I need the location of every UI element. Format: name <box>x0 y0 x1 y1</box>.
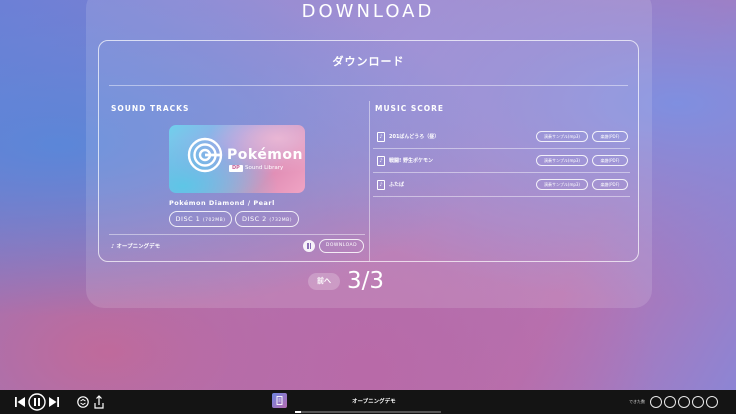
credit-slot-icon <box>650 396 662 408</box>
audio-sample-button[interactable]: 演奏サンプル(mp3) <box>536 131 588 142</box>
disc-size: (702MB) <box>202 218 226 223</box>
download-button[interactable]: DOWNLOAD <box>319 239 364 253</box>
sound-tracks-heading: SOUND TRACKS <box>111 104 190 113</box>
now-playing-art[interactable] <box>272 393 287 408</box>
score-pdf-button[interactable]: 楽譜(PDF) <box>592 179 628 190</box>
disc-size: (732MB) <box>269 218 292 223</box>
skip-back-icon[interactable] <box>14 390 26 414</box>
player-bar: オープニングデモ できた数 <box>0 390 736 414</box>
score-row: ♪ 201ばんどうろ（昼） 演奏サンプル(mp3) 楽譜(PDF) <box>373 125 630 149</box>
disc-1-button[interactable]: DISC 1 (702MB) <box>169 211 232 227</box>
audio-sample-button[interactable]: 演奏サンプル(mp3) <box>536 179 588 190</box>
credits-label: できた数 <box>629 399 645 404</box>
credit-slot-icon <box>692 396 704 408</box>
pokeball-logo-icon <box>187 137 223 173</box>
now-playing-label: ♪ オープニングデモ <box>111 244 161 250</box>
album-art: Pokémon DP Sound Library <box>169 125 305 193</box>
disc-label: DISC 2 <box>242 215 267 223</box>
album-badge: DP <box>229 165 243 172</box>
progress-fill <box>295 411 301 413</box>
game-title: Pokémon Diamond / Pearl <box>169 199 275 207</box>
credit-slot-icon <box>706 396 718 408</box>
page-title: DOWNLOAD <box>301 1 435 22</box>
score-doc-icon: ♪ <box>377 132 385 142</box>
album-subtitle: Sound Library <box>245 165 284 171</box>
progress-bar[interactable] <box>295 411 441 413</box>
divider <box>373 196 630 197</box>
music-score-heading: MUSIC SCORE <box>375 104 445 113</box>
divider <box>109 234 365 235</box>
score-doc-icon: ♪ <box>377 180 385 190</box>
page-indicator: 3/3 <box>347 268 385 294</box>
score-title: 戦闘! 野生ポケモン <box>389 158 434 164</box>
pause-icon[interactable] <box>303 240 315 252</box>
score-title: ふたば <box>389 182 405 188</box>
prev-page-button[interactable]: 前へ <box>308 273 340 290</box>
credit-slot-icon <box>664 396 676 408</box>
shuffle-icon[interactable] <box>76 390 90 414</box>
disc-2-button[interactable]: DISC 2 (732MB) <box>235 211 299 227</box>
score-pdf-button[interactable]: 楽譜(PDF) <box>592 155 628 166</box>
column-divider <box>369 101 370 261</box>
card-title: ダウンロード <box>332 55 405 68</box>
score-pdf-button[interactable]: 楽譜(PDF) <box>592 131 628 142</box>
pause-icon[interactable] <box>28 390 46 414</box>
score-row: ♪ 戦闘! 野生ポケモン 演奏サンプル(mp3) 楽譜(PDF) <box>373 149 630 173</box>
score-doc-icon: ♪ <box>377 156 385 166</box>
audio-sample-button[interactable]: 演奏サンプル(mp3) <box>536 155 588 166</box>
disc-label: DISC 1 <box>175 215 201 223</box>
download-card: ダウンロード SOUND TRACKS Pokémon DP Sound Lib… <box>98 40 639 262</box>
share-icon[interactable] <box>93 390 105 414</box>
album-brand: Pokémon <box>227 147 303 163</box>
score-icon <box>276 396 283 405</box>
player-track-title: オープニングデモ <box>352 399 396 405</box>
score-title: 201ばんどうろ（昼） <box>389 134 440 140</box>
score-row: ♪ ふたば 演奏サンプル(mp3) 楽譜(PDF) <box>373 173 630 197</box>
divider <box>109 85 628 86</box>
skip-forward-icon[interactable] <box>48 390 60 414</box>
credit-slot-icon <box>678 396 690 408</box>
